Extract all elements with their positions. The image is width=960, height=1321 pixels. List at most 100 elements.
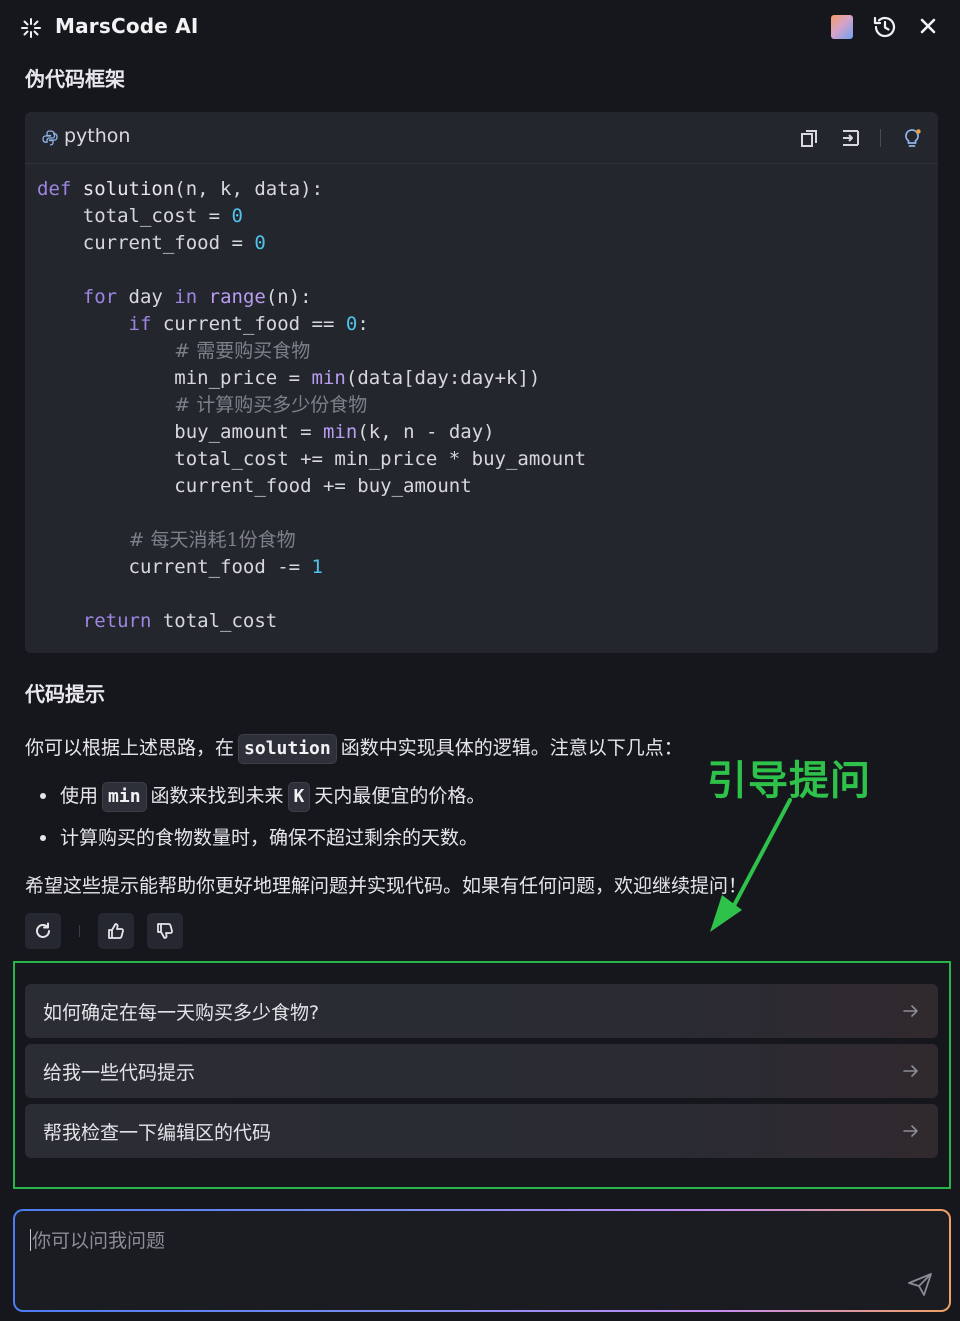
bullet-item-2: 计算购买的食物数量时，确保不超过剩余的天数。 <box>60 827 479 849</box>
code-token: current_food = <box>37 232 255 254</box>
code-token: solution <box>82 178 175 200</box>
code-line: min_price = min(data[day:day+k]) <box>37 365 586 392</box>
inline-code-min: min <box>102 782 147 812</box>
inline-code-solution: solution <box>238 734 337 764</box>
arrow-right-icon <box>903 1125 918 1137</box>
code-line: # 需要购买食物 <box>37 338 586 365</box>
code-token: in <box>174 286 198 308</box>
hint-intro-after: 函数中实现具体的逻辑。注意以下几点： <box>340 737 683 759</box>
code-line: if current_food == 0: <box>37 311 586 338</box>
code-line: ​ <box>37 581 586 608</box>
hint-intro-before: 你可以根据上述思路，在 <box>25 737 235 759</box>
code-line: def solution(n, k, data): <box>37 176 586 203</box>
code-block: python def solution(n, k, data): total_c… <box>25 112 938 653</box>
code-token: if <box>128 313 152 335</box>
action-divider <box>79 925 80 937</box>
code-line: ​ <box>37 257 586 284</box>
regenerate-button[interactable] <box>25 913 61 949</box>
close-icon[interactable] <box>917 15 939 37</box>
code-token: def <box>37 178 72 200</box>
code-token: for <box>82 286 118 308</box>
code-token: (n, k, data): <box>174 178 324 200</box>
code-token: 1 <box>311 556 323 578</box>
app-title: MarsCode AI <box>55 14 199 38</box>
suggestion-text: 如何确定在每一天购买多少食物? <box>43 1002 320 1024</box>
bullet-dot <box>40 835 46 841</box>
insert-icon[interactable] <box>840 127 862 149</box>
code-token: 0 <box>231 205 243 227</box>
python-icon <box>42 130 58 146</box>
section-title-pseudocode: 伪代码框架 <box>25 67 125 91</box>
code-line: total_cost += min_price * buy_amount <box>37 446 586 473</box>
suggestion-item-3[interactable]: 帮我检查一下编辑区的代码 <box>25 1104 938 1158</box>
code-token: (k, n - day) <box>357 421 495 443</box>
code-line: for day in range(n): <box>37 284 586 311</box>
code-token: total_cost <box>151 610 278 632</box>
thumbs-down-icon <box>157 923 173 939</box>
hint-intro: 你可以根据上述思路，在 solution 函数中实现具体的逻辑。注意以下几点： <box>25 733 683 764</box>
code-line: current_food += buy_amount <box>37 473 586 500</box>
code-token: min_price = <box>37 367 312 389</box>
code-token: range <box>208 286 266 308</box>
code-token: current_food == <box>151 313 346 335</box>
code-token: total_cost = <box>37 205 232 227</box>
code-token: current_food += buy_amount <box>37 475 472 497</box>
code-token: return <box>82 610 152 632</box>
thumbs-up-icon <box>108 923 124 939</box>
arrow-right-icon <box>903 1005 918 1017</box>
code-token: : <box>357 313 369 335</box>
copy-icon[interactable] <box>798 127 820 149</box>
chat-input-placeholder: 你可以问我问题 <box>32 1230 166 1252</box>
history-icon[interactable] <box>871 13 899 41</box>
code-line: current_food = 0 <box>37 230 586 257</box>
code-line: # 每天消耗1份食物 <box>37 527 586 554</box>
code-token: (data[day:day+k]) <box>345 367 541 389</box>
lightbulb-icon[interactable] <box>901 127 923 149</box>
bullet-text: 函数来找到未来 <box>150 785 284 807</box>
closing-text: 希望这些提示能帮助你更好地理解问题并实现代码。如果有任何问题，欢迎继续提问！ <box>25 875 748 897</box>
bullet-text: 天内最便宜的价格。 <box>314 785 486 807</box>
code-token: # 每天消耗1份食物 <box>128 529 296 551</box>
header: MarsCode AI <box>0 0 960 56</box>
text-caret <box>30 1229 31 1251</box>
sparkle-icon <box>21 18 41 38</box>
code-token: # 计算购买多少份食物 <box>174 394 368 416</box>
thumbs-down-button[interactable] <box>147 913 183 949</box>
toolbar-divider <box>880 129 881 147</box>
thumbs-up-button[interactable] <box>98 913 134 949</box>
send-icon[interactable] <box>907 1271 933 1297</box>
code-line: return total_cost <box>37 608 586 635</box>
code-token: current_food -= <box>37 556 312 578</box>
code-token: (n): <box>265 286 312 308</box>
code-line: current_food -= 1 <box>37 554 586 581</box>
code-line: buy_amount = min(k, n - day) <box>37 419 586 446</box>
suggestion-item-2[interactable]: 给我一些代码提示 <box>25 1044 938 1098</box>
code-token: 0 <box>345 313 358 335</box>
chat-input[interactable]: 你可以问我问题 <box>13 1209 951 1312</box>
inline-code-k: K <box>287 782 311 812</box>
suggestion-item-1[interactable]: 如何确定在每一天购买多少食物? <box>25 984 938 1038</box>
bullet-dot <box>40 793 46 799</box>
code-token: min <box>311 367 346 389</box>
code-content: def solution(n, k, data): total_cost = 0… <box>37 176 586 635</box>
code-block-header: python <box>25 112 938 164</box>
suggestion-text: 给我一些代码提示 <box>43 1062 196 1084</box>
suggestion-text: 帮我检查一下编辑区的代码 <box>43 1122 272 1144</box>
code-token: 0 <box>254 232 266 254</box>
avatar[interactable] <box>831 15 853 39</box>
code-token: total_cost += min_price * buy_amount <box>37 448 587 470</box>
arrow-right-icon <box>903 1065 918 1077</box>
regenerate-icon <box>36 922 50 938</box>
code-line: # 计算购买多少份食物 <box>37 392 586 419</box>
code-language-label: python <box>64 125 131 147</box>
code-token: day <box>117 286 175 308</box>
bullet-item-1: 使用 min 函数来找到未来 K 天内最便宜的价格。 <box>60 781 485 812</box>
